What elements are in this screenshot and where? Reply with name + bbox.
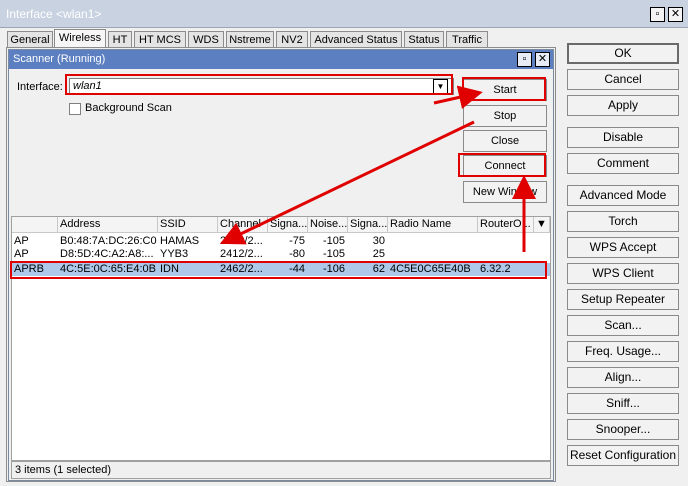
cell-channel: 2412/2... — [220, 248, 263, 260]
tab-nv2[interactable]: NV2 — [276, 31, 308, 48]
column-header-signal-to-noise[interactable]: Signa... — [348, 217, 388, 233]
cell-routeros — [478, 248, 534, 261]
scanner-window: Scanner (Running) ▫ ✕ Interface: wlan1 ▼… — [8, 49, 554, 481]
scan-results-table[interactable]: Address SSID Channel Signa... Noise... S… — [11, 216, 551, 461]
scanner-restore-icon[interactable]: ▫ — [517, 52, 532, 67]
cell-ssid: HAMAS — [160, 235, 200, 247]
cell-noise: -106 — [322, 263, 345, 275]
cell-signal-to-noise: 25 — [372, 248, 385, 260]
window-title: Interface <wlan1> — [6, 7, 102, 21]
cell-routeros — [478, 235, 534, 248]
column-header-channel[interactable]: Channel — [218, 217, 268, 233]
setup-repeater-button[interactable]: Setup Repeater — [567, 289, 679, 310]
comment-button[interactable]: Comment — [567, 153, 679, 174]
window-title-bar: Interface <wlan1> ▫ ✕ — [0, 0, 688, 28]
column-header-signal-strength[interactable]: Signa... — [268, 217, 308, 233]
cell-ssid: YYB3 — [160, 248, 189, 260]
status-bar: 3 items (1 selected) — [11, 461, 551, 479]
scanner-title: Scanner (Running) — [9, 50, 553, 69]
cell-radio-name — [388, 248, 478, 261]
ok-button[interactable]: OK — [567, 43, 679, 64]
torch-button[interactable]: Torch — [567, 211, 679, 232]
stop-button[interactable]: Stop — [463, 105, 547, 127]
cell-channel: 2462/2... — [220, 263, 263, 275]
cell-signal-to-noise: 62 — [372, 263, 385, 275]
wps-client-button[interactable]: WPS Client — [567, 263, 679, 284]
scanner-close-icon[interactable]: ✕ — [535, 52, 550, 67]
cell-signal-strength: -80 — [289, 248, 305, 260]
cell-type: APRB — [14, 263, 44, 275]
scan-button[interactable]: Scan... — [567, 315, 679, 336]
interface-select[interactable]: wlan1 — [69, 78, 454, 95]
cell-ssid: IDN — [160, 263, 179, 275]
new-window-button[interactable]: New Window — [463, 181, 547, 203]
wps-accept-button[interactable]: WPS Accept — [567, 237, 679, 258]
background-scan-label: Background Scan — [85, 102, 172, 114]
cell-radio-name: 4C5E0C65E40B — [390, 263, 471, 275]
apply-button[interactable]: Apply — [567, 95, 679, 116]
background-scan-checkbox[interactable] — [69, 103, 81, 115]
table-row[interactable]: AP B0:48:7A:DC:26:C0 HAMAS 2412/2... -75… — [12, 235, 550, 248]
tab-general[interactable]: General — [7, 31, 53, 48]
cell-signal-strength: -75 — [289, 235, 305, 247]
restore-icon[interactable]: ▫ — [650, 7, 665, 22]
column-header-routeros[interactable]: RouterO... — [478, 217, 534, 233]
column-header-radio-name[interactable]: Radio Name — [388, 217, 478, 233]
table-row[interactable]: AP D8:5D:4C:A2:A8:... YYB3 2412/2... -80… — [12, 248, 550, 261]
cell-type: AP — [14, 248, 29, 260]
cell-radio-name — [388, 235, 478, 248]
cell-signal-to-noise: 30 — [372, 235, 385, 247]
align-button[interactable]: Align... — [567, 367, 679, 388]
start-button[interactable]: Start — [463, 79, 547, 101]
column-header-noise[interactable]: Noise... — [308, 217, 348, 233]
tab-status[interactable]: Status — [404, 31, 444, 48]
cell-noise: -105 — [322, 235, 345, 247]
table-row-selected[interactable]: APRB 4C:5E:0C:65:E4:0B IDN 2462/2... -44… — [12, 263, 550, 276]
tab-wds[interactable]: WDS — [188, 31, 224, 48]
cell-channel: 2412/2... — [220, 235, 263, 247]
column-header-address[interactable]: Address — [58, 217, 158, 233]
connect-button[interactable]: Connect — [463, 155, 547, 177]
close-button[interactable]: Close — [463, 130, 547, 152]
cell-address: 4C:5E:0C:65:E4:0B — [60, 263, 157, 275]
chevron-down-icon[interactable]: ▼ — [433, 79, 448, 94]
cell-signal-strength: -44 — [289, 263, 305, 275]
cell-address: D8:5D:4C:A2:A8:... — [60, 248, 154, 260]
tab-ht-mcs[interactable]: HT MCS — [134, 31, 186, 48]
cell-type: AP — [14, 235, 29, 247]
advanced-mode-button[interactable]: Advanced Mode — [567, 185, 679, 206]
cell-address: B0:48:7A:DC:26:C0 — [60, 235, 157, 247]
freq-usage-button[interactable]: Freq. Usage... — [567, 341, 679, 362]
column-header-type[interactable] — [12, 217, 58, 233]
reset-configuration-button[interactable]: Reset Configuration — [567, 445, 679, 466]
tab-ht[interactable]: HT — [108, 31, 132, 48]
cancel-button[interactable]: Cancel — [567, 69, 679, 90]
tab-wireless[interactable]: Wireless — [54, 29, 106, 48]
tab-advanced-status[interactable]: Advanced Status — [310, 31, 402, 48]
column-header-ssid[interactable]: SSID — [158, 217, 218, 233]
cell-noise: -105 — [322, 248, 345, 260]
tab-nstreme[interactable]: Nstreme — [226, 31, 274, 48]
disable-button[interactable]: Disable — [567, 127, 679, 148]
tab-traffic[interactable]: Traffic — [446, 31, 488, 48]
cell-routeros: 6.32.2 — [480, 263, 511, 275]
interface-label: Interface: — [17, 81, 63, 93]
snooper-button[interactable]: Snooper... — [567, 419, 679, 440]
close-icon[interactable]: ✕ — [668, 7, 683, 22]
column-chooser-icon[interactable]: ▼ — [534, 217, 550, 233]
sniff-button[interactable]: Sniff... — [567, 393, 679, 414]
